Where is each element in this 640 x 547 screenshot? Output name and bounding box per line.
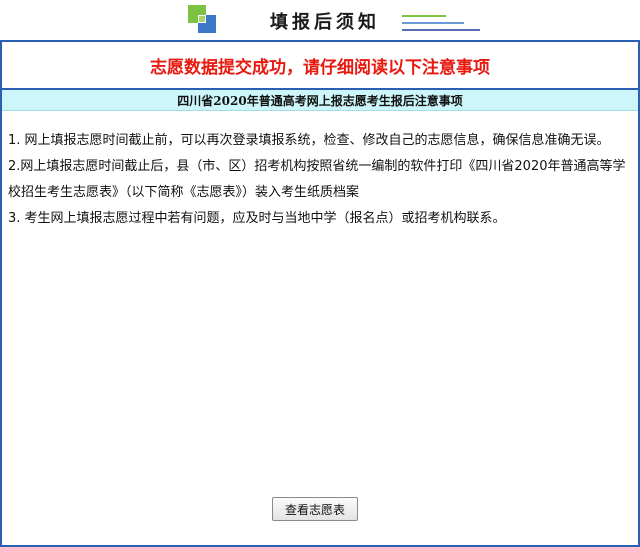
notice-item-1: 1. 网上填报志愿时间截止前，可以再次登录填报系统，检查、修改自己的志愿信息，确…: [8, 133, 610, 148]
main-frame: 志愿数据提交成功，请仔细阅读以下注意事项 四川省2020年普通高考网上报志愿考生…: [0, 40, 640, 547]
notice-item-2: 2.网上填报志愿时间截止后，县（市、区）招考机构按照省统一编制的软件打印《四川省…: [8, 159, 626, 200]
decorative-lines-icon: [402, 15, 480, 31]
view-volunteer-form-button[interactable]: 查看志愿表: [272, 497, 358, 521]
notice-item-3: 3. 考生网上填报志愿过程中若有问题，应及时与当地中学（报名点）或招考机构联系。: [8, 211, 506, 226]
notice-title: 四川省2020年普通高考网上报志愿考生报后注意事项: [177, 93, 463, 108]
success-headline: 志愿数据提交成功，请仔细阅读以下注意事项: [150, 57, 490, 78]
notice-title-band: 四川省2020年普通高考网上报志愿考生报后注意事项: [2, 90, 638, 111]
notice-content: 1. 网上填报志愿时间截止前，可以再次登录填报系统，检查、修改自己的志愿信息，确…: [8, 128, 628, 232]
headline-box: 志愿数据提交成功，请仔细阅读以下注意事项: [2, 42, 638, 90]
squares-logo-icon: [188, 5, 216, 33]
top-banner: 填报后须知: [0, 0, 640, 40]
page-title: 填报后须知: [270, 12, 380, 33]
